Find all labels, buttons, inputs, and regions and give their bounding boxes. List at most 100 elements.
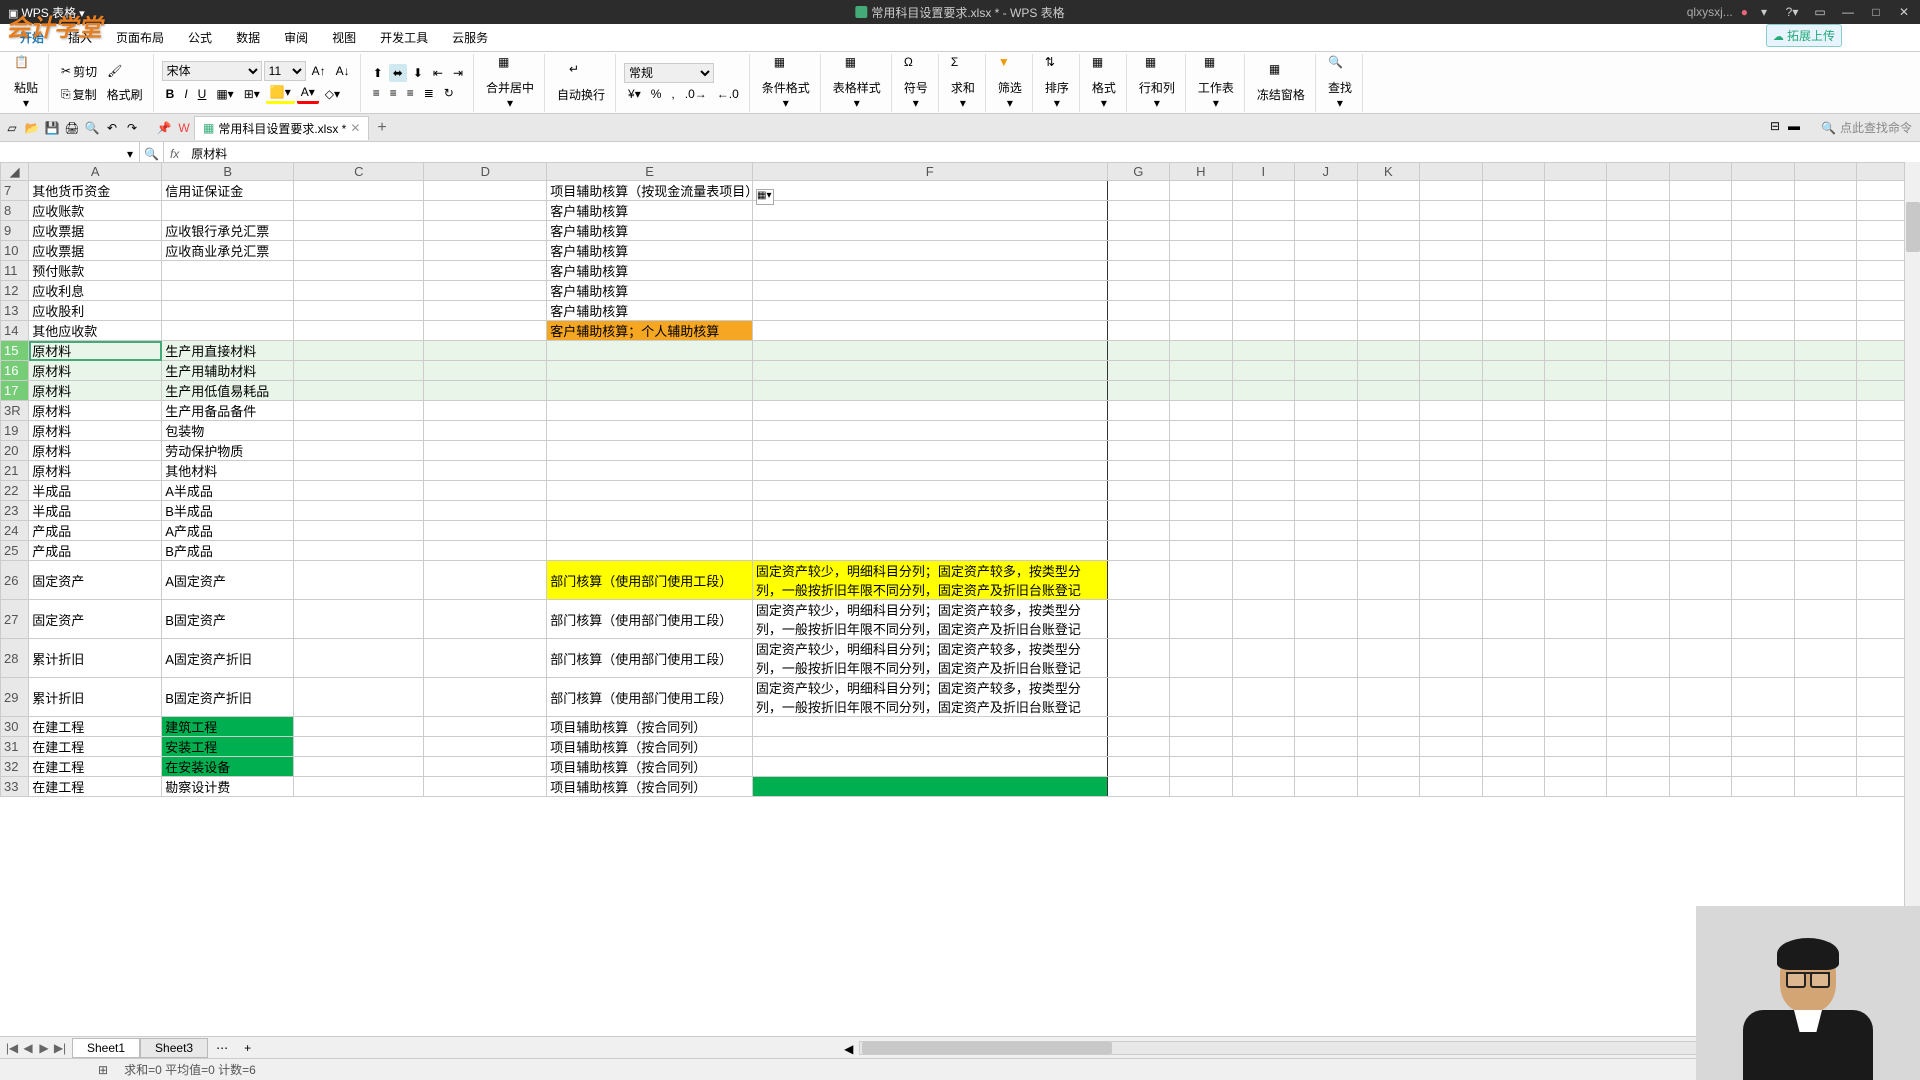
cell[interactable] [424,481,547,501]
select-all-corner[interactable]: ◢ [1,163,29,181]
cell[interactable]: B半成品 [162,501,294,521]
cell[interactable] [424,221,547,241]
upload-widget[interactable]: ☁ 拓展上传 [1766,24,1842,47]
table-style-button[interactable]: ▦表格样式▾ [829,51,885,114]
comma-button[interactable]: , [667,85,678,103]
cell[interactable]: 客户辅助核算 [547,221,753,241]
decrease-font-button[interactable]: A↓ [332,62,354,80]
row-header[interactable]: 9 [1,221,29,241]
cell[interactable] [752,441,1107,461]
paste-button[interactable]: 📋粘贴▾ [10,51,42,114]
sort-button[interactable]: ⇅排序▾ [1041,51,1073,114]
user-label[interactable]: qlxysxj... [1683,5,1737,19]
cell[interactable]: 部门核算（使用部门使用工段） [547,600,753,639]
cell[interactable]: 半成品 [29,501,162,521]
qat-pin-icon[interactable]: 📌 [154,118,174,138]
cell[interactable] [424,639,547,678]
cell[interactable]: 固定资产较少，明细科目分列；固定资产较多，按类型分列，一般按折旧年限不同分列，固… [752,678,1107,717]
align-right-button[interactable]: ≡ [403,84,418,102]
cell[interactable] [547,341,753,361]
row-header[interactable]: 26 [1,561,29,600]
close-button[interactable]: ✕ [1892,2,1916,22]
cell[interactable] [547,441,753,461]
cell[interactable]: 原材料 [29,421,162,441]
cell[interactable] [294,678,424,717]
cell[interactable]: 原材料 [29,341,162,361]
smart-tag-icon[interactable]: ▦▾ [756,189,774,205]
notification-icon[interactable]: ● [1741,5,1748,19]
cell[interactable]: 建筑工程 [162,717,294,737]
cell[interactable] [294,401,424,421]
sheet-tab-sheet3[interactable]: Sheet3 [140,1038,208,1058]
sheet-nav-last-icon[interactable]: ▶| [52,1040,68,1056]
cell[interactable] [424,181,547,201]
cell[interactable] [294,481,424,501]
cell[interactable] [424,421,547,441]
qat-print-icon[interactable]: 🖨 [62,118,82,138]
cell[interactable] [424,561,547,600]
cell[interactable] [752,181,1107,201]
cell[interactable] [752,501,1107,521]
col-header-B[interactable]: B [162,163,294,181]
cell[interactable]: 生产用直接材料 [162,341,294,361]
cell[interactable] [294,321,424,341]
bold-button[interactable]: B [162,85,179,103]
cell[interactable]: A产成品 [162,521,294,541]
cell[interactable]: 应收商业承兑汇票 [162,241,294,261]
menu-data[interactable]: 数据 [224,25,272,50]
vsb-thumb[interactable] [1906,202,1920,252]
col-header-F[interactable]: F [752,163,1107,181]
cell[interactable]: A固定资产折旧 [162,639,294,678]
align-middle-button[interactable]: ⬌ [389,64,407,82]
qat-new-icon[interactable]: ▱ [2,118,22,138]
cell[interactable] [294,201,424,221]
sheet-menu-icon[interactable]: ⋯ [208,1041,236,1055]
cell[interactable] [294,301,424,321]
cell[interactable] [547,501,753,521]
cell[interactable]: 生产用辅助材料 [162,361,294,381]
cell[interactable]: 应收票据 [29,221,162,241]
cell[interactable]: A半成品 [162,481,294,501]
cell[interactable] [424,381,547,401]
cell[interactable] [294,241,424,261]
sum-button[interactable]: Σ求和▾ [947,51,979,114]
cell[interactable]: 固定资产较少，明细科目分列；固定资产较多，按类型分列，一般按折旧年限不同分列，固… [752,561,1107,600]
cell[interactable]: 原材料 [29,401,162,421]
cell[interactable]: 固定资产较少，明细科目分列；固定资产较多，按类型分列，一般按折旧年限不同分列，固… [752,600,1107,639]
sheet-nav-first-icon[interactable]: |◀ [4,1040,20,1056]
cell[interactable] [424,541,547,561]
font-name-select[interactable]: 宋体 [162,61,262,81]
cell[interactable]: 劳动保护物质 [162,441,294,461]
menu-formula[interactable]: 公式 [176,25,224,50]
qat-undo-icon[interactable]: ↶ [102,118,122,138]
cell[interactable] [752,341,1107,361]
row-header[interactable]: 23 [1,501,29,521]
col-header-E[interactable]: E [547,163,753,181]
sheet-nav-prev-icon[interactable]: ◀ [20,1040,36,1056]
cell[interactable] [294,501,424,521]
sheet-tab-sheet1[interactable]: Sheet1 [72,1038,140,1058]
cell[interactable]: 原材料 [29,441,162,461]
cell[interactable]: 生产用低值易耗品 [162,381,294,401]
cell[interactable] [752,421,1107,441]
percent-button[interactable]: % [647,85,666,103]
cell[interactable] [424,717,547,737]
row-header[interactable]: 3R [1,401,29,421]
cell[interactable]: 应收利息 [29,281,162,301]
cell[interactable]: 项目辅助核算（按合同列） [547,737,753,757]
qat-redo-icon[interactable]: ↷ [122,118,142,138]
cell[interactable] [294,757,424,777]
cell[interactable] [752,717,1107,737]
symbol-button[interactable]: Ω符号▾ [900,51,932,114]
format-painter-label[interactable]: 格式刷 [103,84,147,105]
cell[interactable] [752,321,1107,341]
cell[interactable]: 原材料 [29,381,162,401]
italic-button[interactable]: I [180,85,191,103]
cell[interactable] [547,461,753,481]
align-left-button[interactable]: ≡ [369,84,384,102]
cell[interactable] [424,678,547,717]
col-header-J[interactable]: J [1295,163,1357,181]
qat-preview-icon[interactable]: 🔍 [82,118,102,138]
row-header[interactable]: 7 [1,181,29,201]
cell[interactable] [752,777,1107,797]
